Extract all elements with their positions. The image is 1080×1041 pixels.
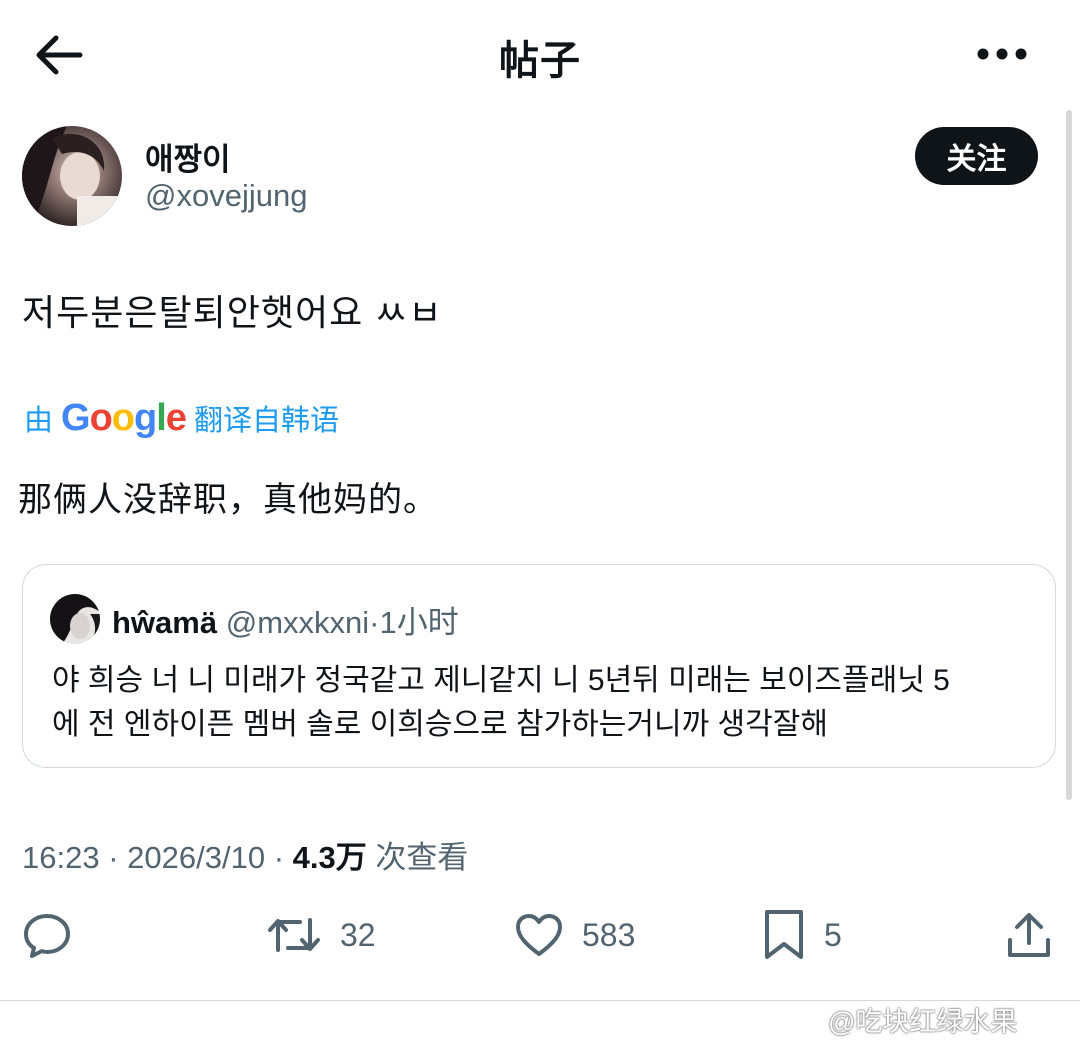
reply-button[interactable]: [22, 905, 72, 965]
translation-prefix: 由: [24, 405, 54, 437]
quote-separator: ·: [369, 605, 380, 640]
reply-icon: [22, 910, 72, 960]
like-button[interactable]: 583: [514, 905, 635, 965]
quote-author-handle: @mxxkxni: [225, 605, 370, 640]
post-time: 16:23: [22, 840, 100, 875]
retweet-icon: [266, 910, 322, 960]
bookmark-icon: [762, 908, 806, 962]
quote-text-line: 야 희승 너 니 미래가 정국같고 제니같지 니 5년뒤 미래는 보이즈플래닛 …: [52, 664, 950, 697]
bookmark-count: 5: [824, 916, 842, 953]
post-date: 2026/3/10: [127, 840, 266, 875]
author-avatar[interactable]: [22, 126, 122, 226]
retweet-count: 32: [340, 916, 376, 953]
quote-header: hŵamä @mxxkxni·1小时: [112, 597, 459, 642]
post-text: 저두분은탈퇴안햇어요 ㅆㅂ: [22, 292, 443, 333]
retweet-button[interactable]: 32: [266, 905, 376, 965]
quote-time: 1小时: [379, 605, 459, 640]
google-logo: Google: [61, 396, 187, 439]
follow-button[interactable]: 关注: [915, 127, 1038, 185]
share-icon: [1006, 910, 1052, 960]
translation-attribution[interactable]: 由 Google 翻译自韩语: [24, 396, 339, 440]
view-count: 4.3万: [292, 840, 367, 875]
views-label: 次查看: [375, 840, 469, 875]
author-display-name[interactable]: 애짱이: [145, 134, 231, 179]
author-handle[interactable]: @xovejjung: [145, 178, 307, 214]
translation-suffix: 翻译自韩语: [193, 405, 339, 437]
meta-separator: ·: [108, 840, 119, 875]
watermark: @吃块红绿水果: [828, 1007, 1018, 1037]
page-title: 帖子: [499, 39, 581, 83]
heart-icon: [514, 910, 564, 960]
like-count: 583: [582, 916, 636, 953]
quote-author-avatar: [50, 594, 100, 644]
share-button[interactable]: [1006, 905, 1052, 965]
bookmark-button[interactable]: 5: [762, 905, 842, 965]
quote-text-line: 에 전 엔하이픈 멤버 솔로 이희승으로 참가하는거니까 생각잘해: [52, 708, 828, 741]
post-meta: 16:23 · 2026/3/10 · 4.3万 次查看: [22, 832, 468, 877]
meta-separator: ·: [273, 840, 285, 875]
more-options-icon[interactable]: [972, 36, 1032, 72]
scrollbar[interactable]: [1066, 110, 1072, 800]
quote-author-name: hŵamä: [112, 605, 218, 640]
translated-text: 那俩人没辞职，真他妈的。: [18, 481, 438, 519]
